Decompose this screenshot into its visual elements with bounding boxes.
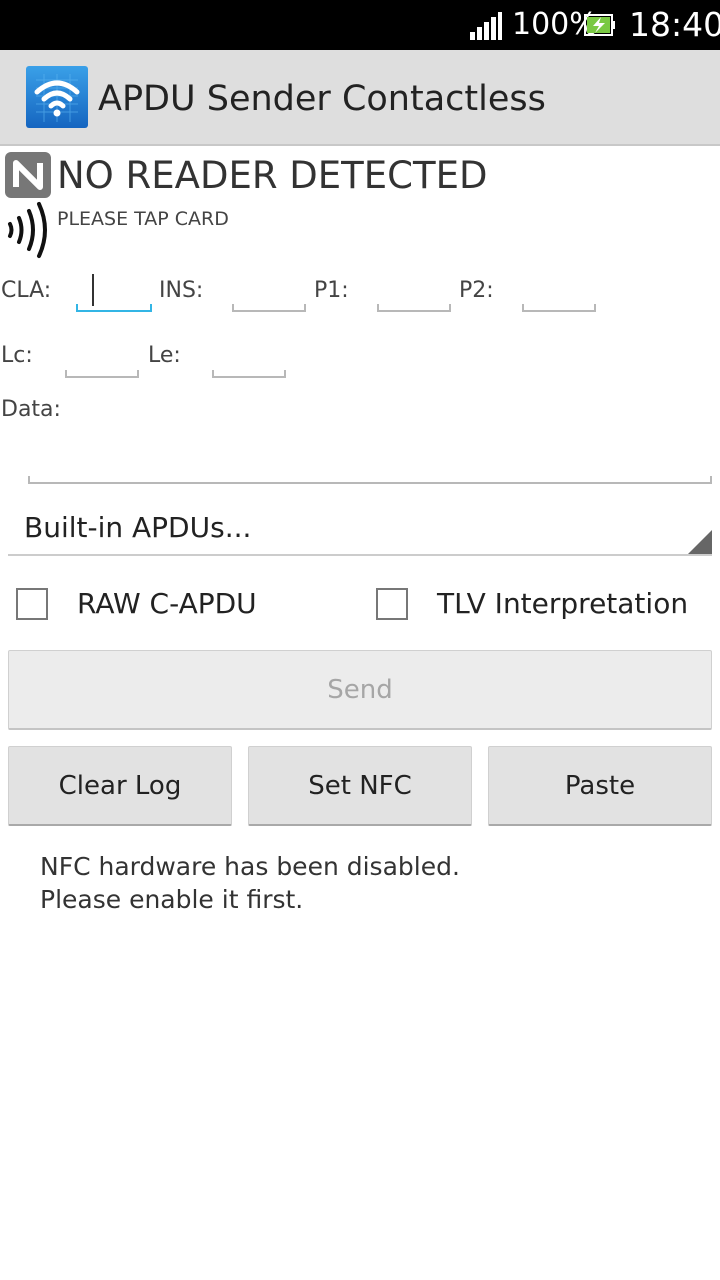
log-line: Please enable it first.: [40, 885, 304, 914]
tap-card-hint: PLEASE TAP CARD: [57, 208, 229, 230]
wifi-card-icon: [26, 66, 88, 128]
le-label: Le:: [148, 343, 181, 368]
battery-charging-icon: [584, 14, 615, 36]
action-bar: APDU Sender Contactless: [0, 50, 720, 146]
lc-input[interactable]: [65, 348, 139, 378]
send-button[interactable]: Send: [8, 650, 712, 730]
set-nfc-button[interactable]: Set NFC: [248, 746, 472, 826]
lc-label: Lc:: [1, 343, 33, 368]
data-label: Data:: [1, 397, 61, 422]
data-input[interactable]: [28, 452, 712, 484]
app-title: APDU Sender Contactless: [98, 79, 546, 119]
text-cursor: [92, 274, 94, 306]
clear-log-button[interactable]: Clear Log: [8, 746, 232, 826]
tlv-interpretation-label[interactable]: TLV Interpretation: [437, 586, 688, 622]
contactless-icon: [8, 202, 47, 258]
le-input[interactable]: [212, 348, 286, 378]
tlv-interpretation-checkbox[interactable]: [376, 588, 408, 620]
log-line: NFC hardware has been disabled.: [40, 852, 460, 881]
builtin-apdus-spinner[interactable]: Built-in APDUs...: [8, 504, 712, 556]
p2-label: P2:: [459, 278, 494, 303]
p2-input[interactable]: [522, 282, 596, 312]
ins-label: INS:: [159, 278, 204, 303]
status-bar: 100% 18:40: [0, 0, 720, 50]
nfc-logo-icon: [5, 152, 51, 198]
reader-status: NO READER DETECTED: [57, 154, 488, 197]
spinner-selected: Built-in APDUs...: [24, 511, 252, 544]
raw-capdu-label[interactable]: RAW C-APDU: [77, 586, 257, 622]
signal-icon: [470, 12, 502, 40]
p1-input[interactable]: [377, 282, 451, 312]
paste-button[interactable]: Paste: [488, 746, 712, 826]
raw-capdu-checkbox[interactable]: [16, 588, 48, 620]
ins-input[interactable]: [232, 282, 306, 312]
log-output: NFC hardware has been disabled. Please e…: [40, 850, 460, 916]
p1-label: P1:: [314, 278, 349, 303]
dropdown-arrow-icon: [688, 530, 712, 554]
cla-label: CLA:: [1, 278, 52, 303]
cla-input[interactable]: [76, 274, 152, 312]
clock: 18:40: [629, 5, 720, 44]
